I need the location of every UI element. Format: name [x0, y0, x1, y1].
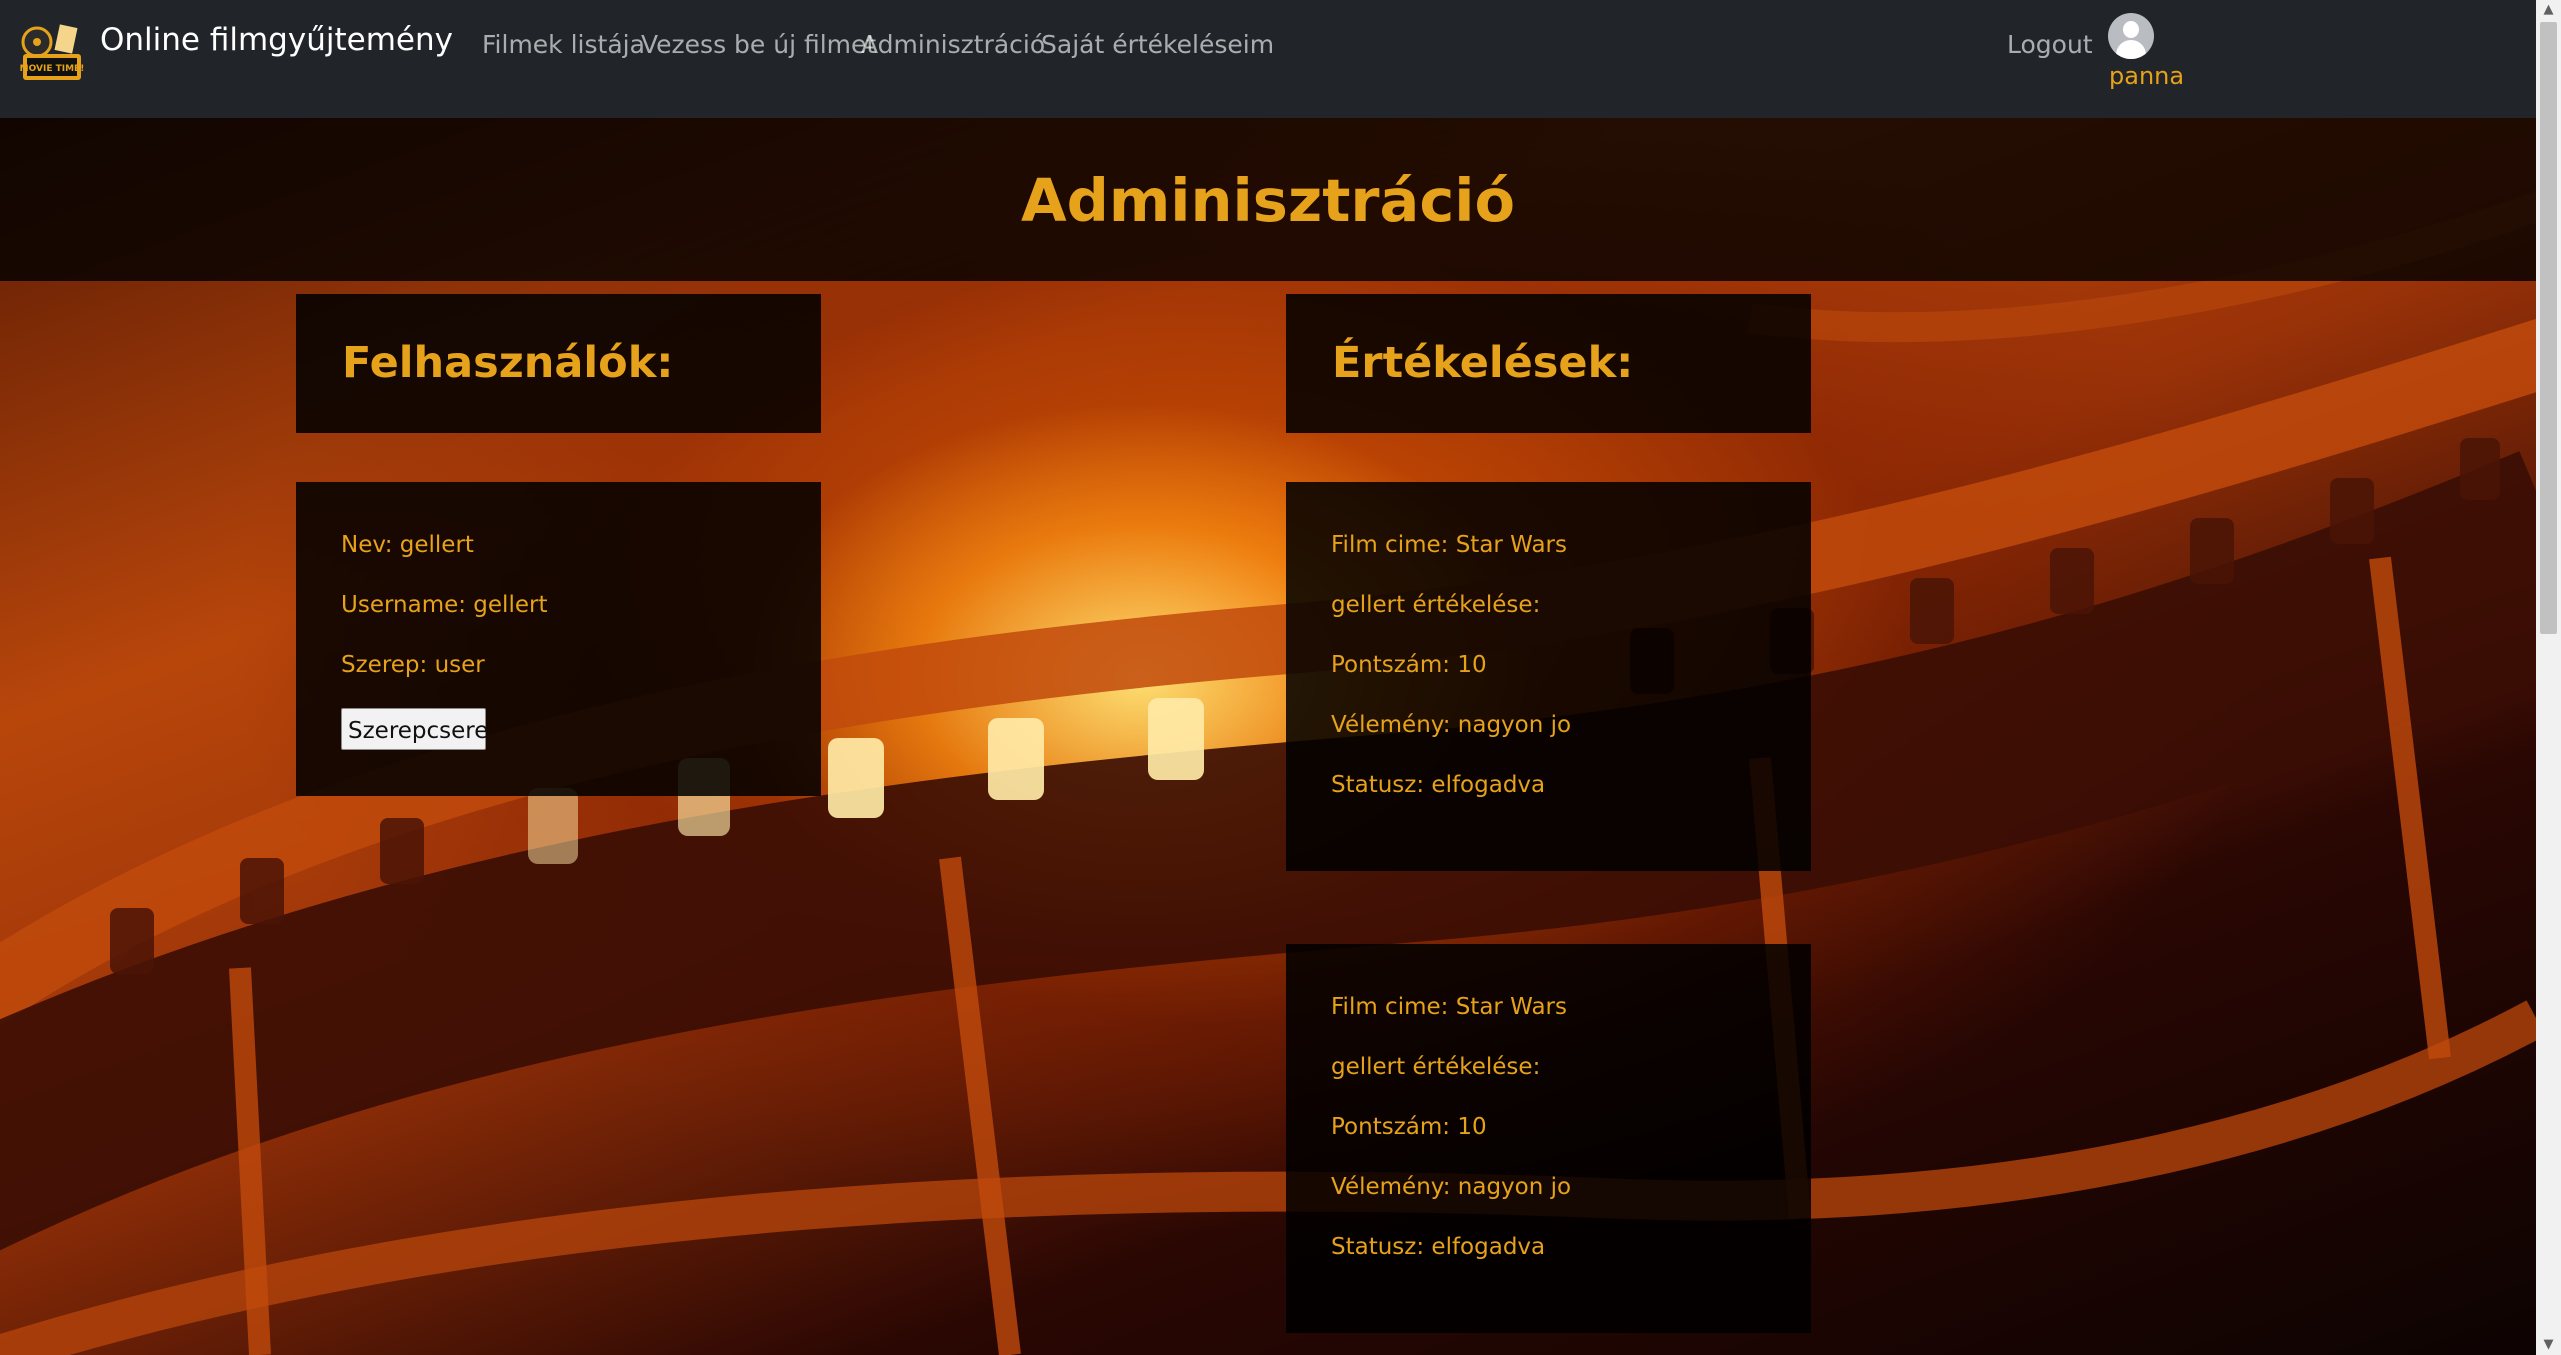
user-name: Nev: gellert — [341, 532, 474, 558]
nav-link-my-ratings[interactable]: Saját értékeléseim — [1041, 30, 1274, 59]
review-score: Pontszám: 10 — [1331, 652, 1487, 678]
review-card: Film cime: Star Wars gellert értékelése:… — [1286, 944, 1811, 1333]
review-opinion: Vélemény: nagyon jo — [1331, 712, 1572, 738]
nav-link-add-film[interactable]: Vezess be új filmet — [641, 30, 876, 59]
reviews-section-title: Értékelések: — [1332, 338, 1634, 388]
scroll-up-arrow-icon[interactable]: ▲ — [2536, 0, 2561, 20]
user-avatar-icon[interactable] — [2108, 13, 2154, 59]
review-film-title: Film cime: Star Wars — [1331, 532, 1567, 558]
logout-link[interactable]: Logout — [2007, 30, 2093, 59]
reviews-section-header: Értékelések: — [1286, 294, 1811, 433]
review-film-title: Film cime: Star Wars — [1331, 994, 1567, 1020]
page-title: Adminisztráció — [1020, 166, 1516, 235]
current-username: panna — [2109, 62, 2185, 90]
review-card: Film cime: Star Wars gellert értékelése:… — [1286, 482, 1811, 871]
scroll-down-arrow-icon[interactable]: ▼ — [2536, 1335, 2561, 1355]
brand-title[interactable]: Online filmgyűjtemény — [100, 22, 453, 58]
user-role: Szerep: user — [341, 652, 485, 678]
users-section-title: Felhasználók: — [342, 338, 674, 388]
user-card: Nev: gellert Username: gellert Szerep: u… — [296, 482, 821, 796]
role-change-button[interactable]: Szerepcsere — [341, 708, 488, 750]
movie-time-logo-icon[interactable]: MOVIE TIME! — [17, 20, 87, 88]
page-scrollbar[interactable]: ▲ ▼ — [2536, 0, 2561, 1355]
review-reviewer: gellert értékelése: — [1331, 1054, 1541, 1080]
nav-link-film-list[interactable]: Filmek listája — [482, 30, 645, 59]
review-opinion: Vélemény: nagyon jo — [1331, 1174, 1572, 1200]
review-status: Statusz: elfogadva — [1331, 1234, 1546, 1260]
avatar-head-shape — [2123, 21, 2139, 38]
review-status: Statusz: elfogadva — [1331, 772, 1546, 798]
review-reviewer: gellert értékelése: — [1331, 592, 1541, 618]
nav-link-administration[interactable]: Adminisztráció — [861, 30, 1045, 59]
avatar-body-shape — [2116, 40, 2146, 59]
svg-text:MOVIE TIME!: MOVIE TIME! — [20, 64, 85, 74]
page-header: Adminisztráció — [0, 118, 2536, 281]
users-section-header: Felhasználók: — [296, 294, 821, 433]
scrollbar-thumb[interactable] — [2540, 22, 2557, 634]
top-navbar: MOVIE TIME! Online filmgyűjtemény Filmek… — [0, 0, 2536, 118]
user-username: Username: gellert — [341, 592, 548, 618]
review-score: Pontszám: 10 — [1331, 1114, 1487, 1140]
